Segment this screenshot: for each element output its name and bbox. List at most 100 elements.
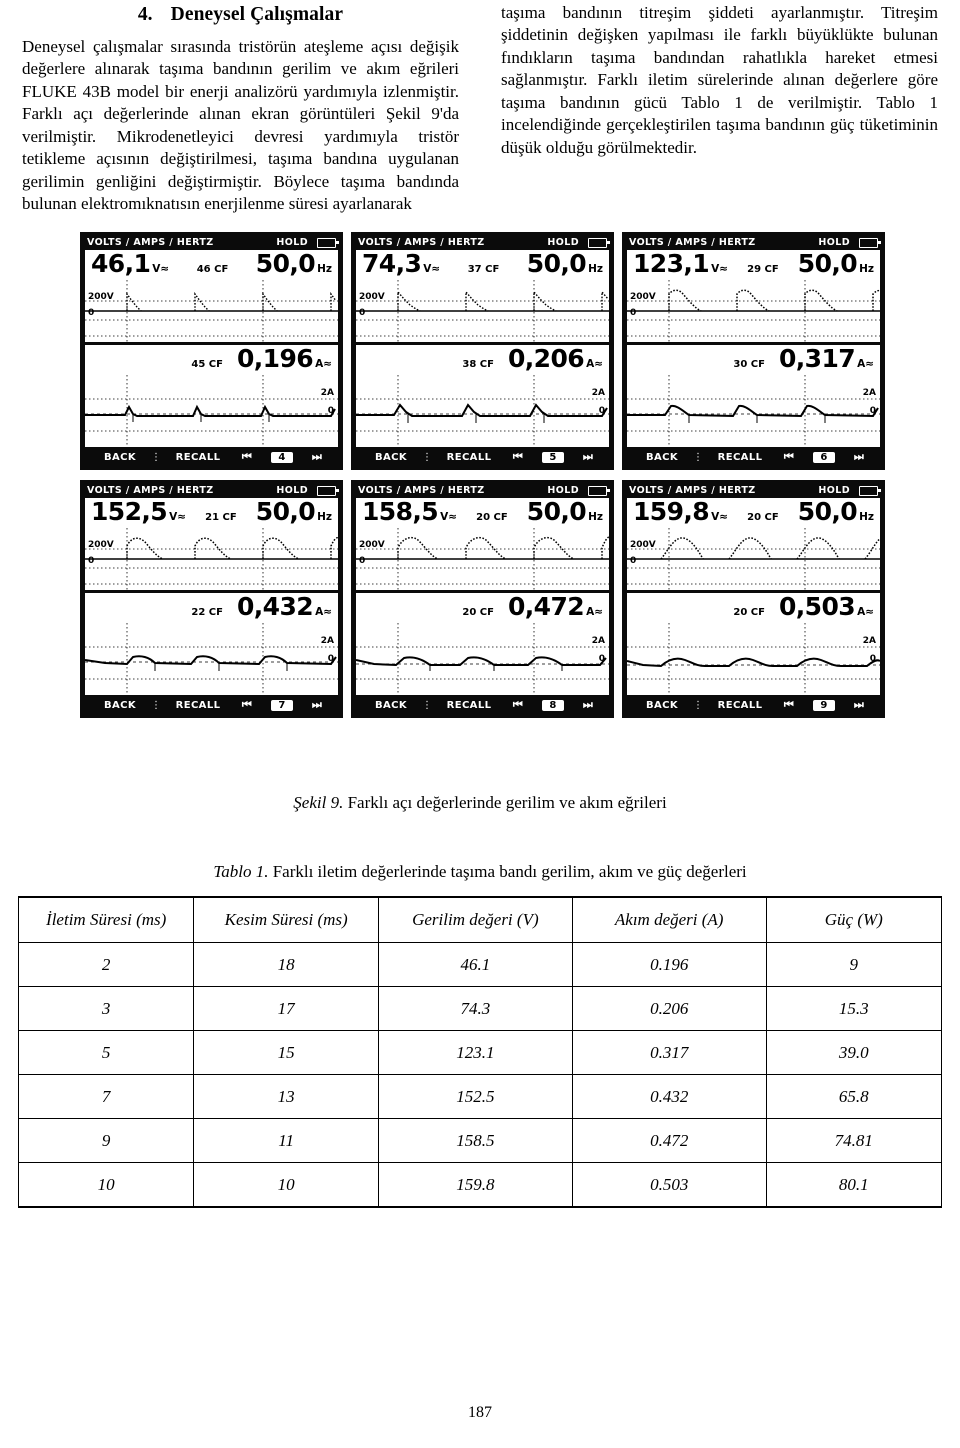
meter-units-label: VOLTS / AMPS / HERTZ: [358, 485, 485, 496]
table-cell: 0.206: [571, 986, 767, 1031]
page-index-badge: 4: [271, 451, 293, 463]
current-waveform-graph: 2A 0: [627, 375, 880, 447]
current-scale-top: 2A: [862, 636, 876, 646]
current-waveform-svg: [85, 375, 338, 447]
table-cell: 0.503: [571, 1162, 767, 1208]
current-waveform-graph: 2A 0: [85, 623, 338, 695]
voltage-value: 159,8: [633, 497, 710, 526]
table-cell: 80.1: [765, 1162, 943, 1208]
page-title: 4. Deneysel Çalışmalar: [22, 4, 459, 26]
meter-softkey-bar: BACK ⋮ RECALL ⏮ 9 ⏭: [627, 695, 880, 714]
table-cell: 10: [193, 1162, 379, 1208]
current-scale-top: 2A: [591, 636, 605, 646]
table-cell: 9: [17, 1118, 195, 1163]
meter-panel: VOLTS / AMPS / HERTZ HOLD 152,5 V≈ 21 CF…: [80, 480, 343, 718]
meter-softkey-bar: BACK ⋮ RECALL ⏮ 8 ⏭: [356, 695, 609, 714]
skip-next-icon[interactable]: ⏭: [576, 698, 600, 712]
current-readout: 38 CF 0,206 A≈: [356, 345, 609, 375]
voltage-waveform-graph: 200V 0: [85, 528, 338, 590]
frequency-value: 50,0: [255, 497, 316, 526]
voltage-value: 123,1: [633, 249, 710, 278]
current-value: 0,503: [778, 592, 856, 621]
table-caption-label: Tablo 1.: [213, 862, 269, 881]
meter-status-bar: VOLTS / AMPS / HERTZ HOLD: [85, 484, 339, 498]
voltage-readout: 159,8 V≈ 20 CF 50,0 Hz: [627, 498, 880, 528]
table-caption-text: Farklı iletim değerlerinde taşıma bandı …: [272, 862, 747, 881]
voltage-waveform-svg: [356, 528, 609, 590]
table-cell: 74.81: [765, 1118, 943, 1163]
hold-indicator: HOLD: [276, 237, 308, 248]
skip-next-icon[interactable]: ⏭: [305, 698, 329, 712]
current-crest-factor: 20 CF: [462, 607, 494, 618]
current-readout: 22 CF 0,432 A≈: [85, 593, 338, 623]
skip-next-icon[interactable]: ⏭: [847, 450, 871, 464]
frequency-unit: Hz: [859, 263, 874, 275]
current-unit: A≈: [315, 606, 332, 618]
voltage-crest-factor: 20 CF: [747, 512, 779, 523]
back-button[interactable]: BACK: [631, 452, 693, 463]
current-waveform-graph: 2A 0: [356, 623, 609, 695]
skip-previous-icon[interactable]: ⏮: [235, 450, 259, 464]
voltage-waveform-svg: [627, 280, 880, 342]
skip-previous-icon[interactable]: ⏮: [777, 698, 801, 712]
figure-meter-grid: VOLTS / AMPS / HERTZ HOLD 46,1 V≈ 46 CF …: [80, 232, 885, 728]
voltage-scale-top: 200V: [88, 292, 114, 302]
recall-button[interactable]: RECALL: [703, 452, 777, 463]
voltage-crest-factor: 29 CF: [747, 264, 779, 275]
recall-button[interactable]: RECALL: [432, 452, 506, 463]
meter-status-bar: VOLTS / AMPS / HERTZ HOLD: [627, 236, 881, 250]
table-cell: 3: [17, 986, 195, 1031]
back-button[interactable]: BACK: [89, 700, 151, 711]
left-paragraph: Deneysel çalışmalar sırasında tristörün …: [22, 37, 459, 214]
meter-status-bar: VOLTS / AMPS / HERTZ HOLD: [627, 484, 881, 498]
skip-previous-icon[interactable]: ⏮: [506, 450, 530, 464]
figure-caption-text: Farklı açı değerlerinde gerilim ve akım …: [347, 793, 667, 812]
meter-panel: VOLTS / AMPS / HERTZ HOLD 123,1 V≈ 29 CF…: [622, 232, 885, 470]
current-crest-factor: 38 CF: [462, 359, 494, 370]
page-index-badge: 6: [813, 451, 835, 463]
skip-next-icon[interactable]: ⏭: [847, 698, 871, 712]
hold-indicator: HOLD: [276, 485, 308, 496]
current-waveform-svg: [627, 623, 880, 695]
voltage-unit: V≈: [711, 511, 729, 523]
recall-button[interactable]: RECALL: [161, 700, 235, 711]
battery-icon: [317, 237, 339, 248]
current-crest-factor: 20 CF: [733, 607, 765, 618]
table-header-cell: Gerilim değeri (V): [377, 896, 573, 943]
skip-previous-icon[interactable]: ⏮: [506, 698, 530, 712]
frequency-value: 50,0: [797, 249, 858, 278]
softkey-separator: ⋮: [693, 699, 704, 711]
current-waveform-graph: 2A 0: [627, 623, 880, 695]
recall-button[interactable]: RECALL: [161, 452, 235, 463]
voltage-scale-zero: 0: [630, 308, 637, 318]
skip-previous-icon[interactable]: ⏮: [777, 450, 801, 464]
skip-next-icon[interactable]: ⏭: [576, 450, 600, 464]
softkey-separator: ⋮: [151, 451, 162, 463]
current-waveform-svg: [85, 623, 338, 695]
battery-icon: [317, 485, 339, 496]
recall-button[interactable]: RECALL: [703, 700, 777, 711]
voltage-scale-zero: 0: [359, 308, 366, 318]
hold-indicator: HOLD: [547, 485, 579, 496]
current-waveform-svg: [356, 623, 609, 695]
voltage-value: 46,1: [91, 249, 151, 278]
voltage-crest-factor: 21 CF: [205, 512, 237, 523]
back-button[interactable]: BACK: [631, 700, 693, 711]
skip-next-icon[interactable]: ⏭: [305, 450, 329, 464]
current-scale-zero: 0: [327, 654, 334, 664]
table-cell: 65.8: [765, 1074, 943, 1119]
meter-softkey-bar: BACK ⋮ RECALL ⏮ 7 ⏭: [85, 695, 338, 714]
current-waveform-svg: [356, 375, 609, 447]
table-header-cell: Güç (W): [765, 896, 943, 943]
back-button[interactable]: BACK: [89, 452, 151, 463]
back-button[interactable]: BACK: [360, 452, 422, 463]
back-button[interactable]: BACK: [360, 700, 422, 711]
voltage-scale-top: 200V: [630, 540, 656, 550]
current-value: 0,317: [778, 344, 856, 373]
skip-previous-icon[interactable]: ⏮: [235, 698, 259, 712]
voltage-waveform-graph: 200V 0: [627, 528, 880, 590]
recall-button[interactable]: RECALL: [432, 700, 506, 711]
table-cell: 0.432: [571, 1074, 767, 1119]
voltage-scale-zero: 0: [359, 556, 366, 566]
hold-indicator: HOLD: [818, 237, 850, 248]
